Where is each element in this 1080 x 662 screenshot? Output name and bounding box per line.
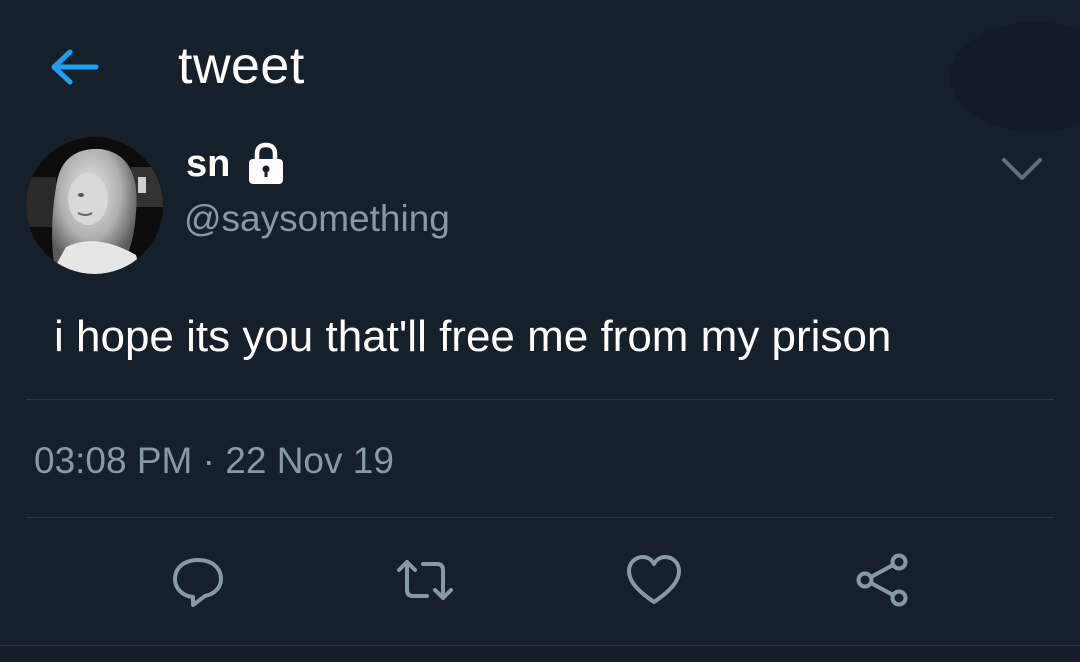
- retweet-button[interactable]: [393, 548, 457, 612]
- back-button[interactable]: [46, 38, 104, 96]
- chevron-down-icon: [1002, 158, 1042, 180]
- tweet-date: 22 Nov 19: [225, 440, 394, 481]
- like-button[interactable]: [622, 548, 686, 612]
- arrow-left-icon: [51, 49, 99, 85]
- bottom-edge: [0, 645, 1080, 662]
- tweet-menu-button[interactable]: [1000, 150, 1044, 186]
- avatar-photo: [26, 137, 163, 274]
- tweet-text: i hope its you that'll free me from my p…: [54, 312, 892, 361]
- author-name-row[interactable]: sn: [186, 142, 286, 186]
- divider: [26, 399, 1054, 400]
- heart-icon: [627, 555, 681, 604]
- tweet-timestamp: 03:08 PM · 22 Nov 19: [34, 440, 394, 482]
- tweet-screen: tweet sn @saysomething i hope its you th…: [0, 0, 1080, 662]
- avatar[interactable]: [26, 137, 163, 274]
- top-bar: tweet: [0, 0, 1080, 132]
- timestamp-separator: ·: [202, 440, 215, 481]
- share-button[interactable]: [851, 548, 915, 612]
- author-display-name[interactable]: sn: [186, 143, 230, 186]
- header-shadow: [950, 22, 1080, 132]
- share-icon: [856, 553, 908, 607]
- tweet-time: 03:08 PM: [34, 440, 193, 481]
- page-title: tweet: [178, 37, 305, 95]
- lock-icon: [249, 142, 284, 184]
- author-handle[interactable]: @saysomething: [184, 198, 450, 240]
- reply-button[interactable]: [166, 548, 230, 612]
- divider: [26, 517, 1054, 518]
- reply-icon: [173, 558, 223, 607]
- retweet-icon: [397, 560, 453, 600]
- tweet-actions: [0, 548, 1080, 618]
